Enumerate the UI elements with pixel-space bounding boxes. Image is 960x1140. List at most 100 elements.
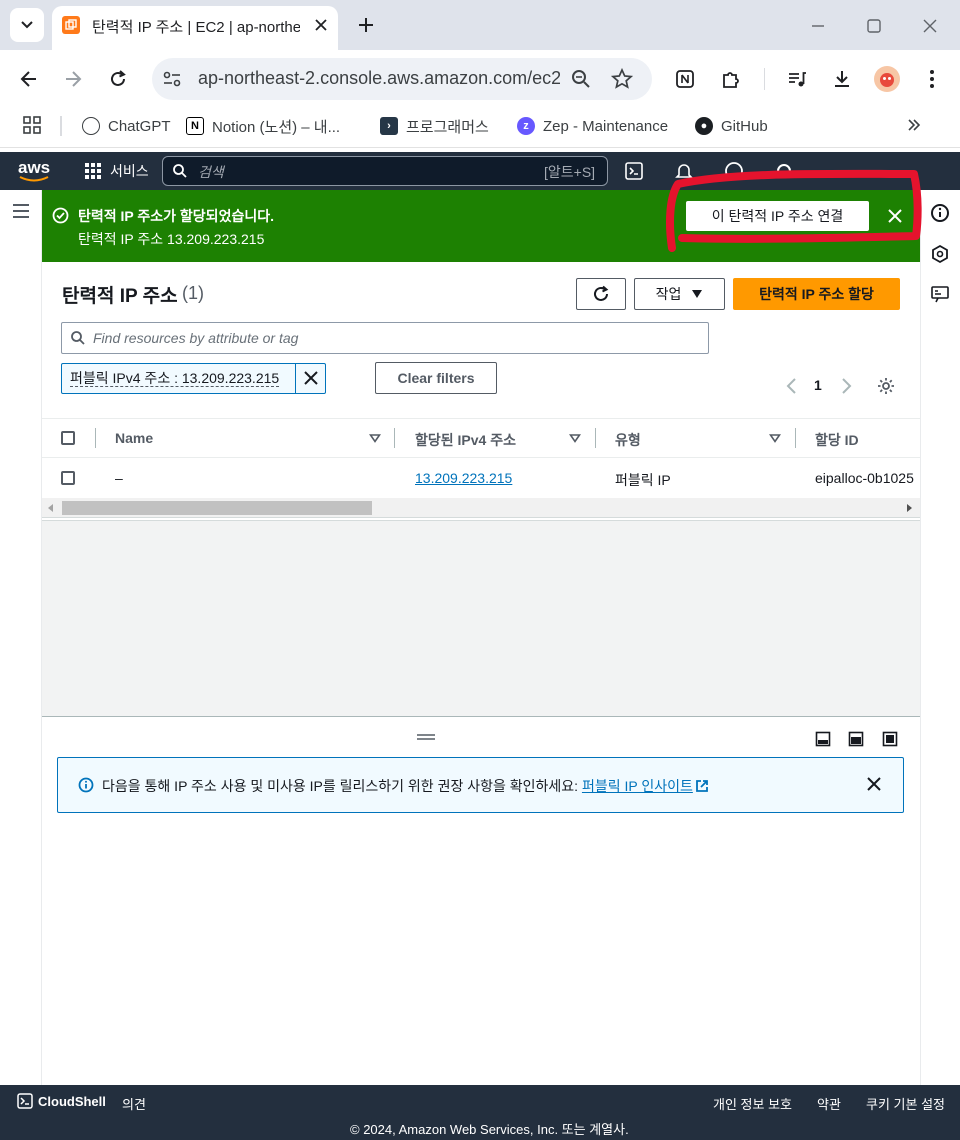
feedback-console-icon[interactable] bbox=[930, 284, 950, 304]
services-grid-icon bbox=[85, 163, 101, 179]
sort-caret-icon[interactable] bbox=[369, 432, 381, 444]
refresh-button[interactable] bbox=[576, 278, 626, 310]
notion-extension-icon[interactable] bbox=[674, 68, 696, 90]
column-header-name[interactable]: Name bbox=[115, 430, 153, 446]
page-title: 탄력적 IP 주소 bbox=[62, 286, 178, 307]
url-text[interactable]: ap-northeast-2.console.aws.amazon.com/ec… bbox=[198, 68, 560, 90]
split-full-icon[interactable] bbox=[882, 731, 898, 747]
split-panel-drag-handle-icon[interactable] bbox=[416, 733, 436, 741]
right-tools-rail bbox=[920, 190, 960, 1085]
select-all-checkbox[interactable] bbox=[61, 431, 75, 445]
extensions-puzzle-icon[interactable] bbox=[720, 68, 742, 90]
tab-title: 탄력적 IP 주소 | EC2 | ap-northeast-2 bbox=[92, 19, 300, 36]
public-ip-insights-link[interactable]: 퍼블릭 IP 인사이트 bbox=[582, 778, 693, 794]
bookmark-programmers[interactable]: › 프로그래머스 bbox=[380, 114, 489, 138]
column-header-type[interactable]: 유형 bbox=[615, 430, 641, 450]
notion-icon: N bbox=[186, 117, 204, 135]
resource-count: (1) bbox=[182, 283, 204, 303]
zep-icon: z bbox=[517, 117, 535, 135]
more-bookmarks-chevron-icon[interactable] bbox=[906, 117, 922, 133]
current-page-number[interactable]: 1 bbox=[814, 377, 822, 393]
hamburger-menu-icon[interactable] bbox=[12, 203, 30, 219]
profile-avatar[interactable] bbox=[874, 66, 900, 92]
services-label: 서비스 bbox=[110, 163, 149, 179]
resource-hex-icon[interactable] bbox=[930, 244, 950, 264]
cell-type: 퍼블릭 IP bbox=[615, 472, 671, 488]
tab-close-icon[interactable] bbox=[312, 16, 330, 34]
cell-allocation-id: eipalloc-0b1025 bbox=[815, 470, 914, 486]
aws-logo[interactable]: aws bbox=[18, 158, 50, 182]
previous-page-icon[interactable] bbox=[784, 377, 800, 395]
bookmark-label: ChatGPT bbox=[108, 117, 171, 135]
footer-cloudshell[interactable]: CloudShell bbox=[38, 1094, 106, 1109]
cell-name: – bbox=[115, 470, 123, 486]
filter-token-label[interactable]: 퍼블릭 IPv4 주소 : 13.209.223.215 bbox=[70, 370, 280, 387]
flash-subtitle: 탄력적 IP 주소 13.209.223.215 bbox=[78, 231, 265, 247]
sort-caret-icon[interactable] bbox=[769, 432, 781, 444]
aws-search-input[interactable] bbox=[162, 156, 608, 186]
cell-ipv4-link[interactable]: 13.209.223.215 bbox=[415, 470, 512, 486]
bookmarks-divider bbox=[60, 116, 62, 136]
bookmark-label: GitHub bbox=[721, 117, 768, 135]
actions-dropdown-button[interactable]: 작업 bbox=[634, 278, 725, 310]
forward-arrow-icon[interactable] bbox=[62, 68, 84, 90]
site-settings-icon[interactable] bbox=[162, 70, 182, 88]
window-close-icon[interactable] bbox=[920, 16, 940, 36]
chevron-down-icon bbox=[21, 21, 33, 29]
help-icon[interactable] bbox=[724, 161, 744, 181]
footer-terms[interactable]: 약관 bbox=[817, 1094, 841, 1113]
split-panel-border bbox=[42, 716, 920, 717]
bookmark-chatgpt[interactable]: ChatGPT bbox=[82, 114, 171, 138]
refresh-icon bbox=[594, 285, 609, 301]
window-maximize-icon[interactable] bbox=[864, 16, 884, 36]
info-panel-icon[interactable] bbox=[930, 203, 950, 223]
new-tab-plus-icon[interactable] bbox=[356, 15, 376, 35]
tab-list-button[interactable] bbox=[10, 8, 44, 42]
bookmark-github[interactable]: ● GitHub bbox=[695, 114, 768, 138]
ec2-favicon-icon bbox=[62, 16, 80, 34]
scrollbar-thumb[interactable] bbox=[62, 501, 372, 515]
back-arrow-icon[interactable] bbox=[18, 68, 40, 90]
column-divider bbox=[795, 428, 796, 448]
filter-token-divider bbox=[295, 364, 296, 393]
row-checkbox[interactable] bbox=[61, 471, 75, 485]
reload-icon[interactable] bbox=[107, 68, 129, 90]
zoom-icon[interactable] bbox=[570, 68, 592, 90]
chatgpt-icon bbox=[82, 117, 100, 135]
clear-filters-button[interactable]: Clear filters bbox=[375, 362, 497, 394]
next-page-icon[interactable] bbox=[838, 377, 854, 395]
allocate-eip-button[interactable]: 탄력적 IP 주소 할당 bbox=[733, 278, 900, 310]
split-middle-icon[interactable] bbox=[848, 731, 864, 747]
bookmark-notion[interactable]: N Notion (노션) – 내... bbox=[186, 114, 340, 138]
window-minimize-icon[interactable] bbox=[808, 16, 828, 36]
flash-close-icon[interactable] bbox=[886, 207, 904, 225]
bookmark-zep[interactable]: z Zep - Maintenance bbox=[517, 114, 668, 138]
scroll-left-arrow-icon[interactable] bbox=[46, 503, 56, 513]
column-header-allocation-id[interactable]: 할당 ID bbox=[815, 430, 859, 450]
footer-cloudshell-icon[interactable] bbox=[17, 1093, 33, 1109]
info-alert-text: 다음을 통해 IP 주소 사용 및 미사용 IP를 릴리스하기 위한 권장 사항… bbox=[102, 778, 582, 794]
footer-feedback[interactable]: 의견 bbox=[122, 1094, 146, 1113]
split-bottom-icon[interactable] bbox=[815, 731, 831, 747]
programmers-icon: › bbox=[380, 117, 398, 135]
github-icon: ● bbox=[695, 117, 713, 135]
info-alert-close-icon[interactable] bbox=[866, 776, 882, 792]
remove-filter-icon[interactable] bbox=[302, 369, 320, 387]
settings-gear-icon[interactable] bbox=[774, 161, 794, 181]
scroll-right-arrow-icon[interactable] bbox=[904, 503, 914, 513]
footer-privacy[interactable]: 개인 정보 보호 bbox=[713, 1094, 792, 1113]
bookmark-star-icon[interactable] bbox=[611, 68, 633, 90]
associate-eip-button[interactable]: 이 탄력적 IP 주소 연결 bbox=[686, 201, 869, 231]
left-nav-rail bbox=[0, 190, 42, 1085]
services-menu[interactable]: 서비스 bbox=[84, 160, 149, 182]
apps-grid-icon[interactable] bbox=[22, 115, 42, 135]
browser-menu-icon[interactable] bbox=[922, 68, 942, 90]
table-preferences-gear-icon[interactable] bbox=[876, 376, 896, 396]
notifications-bell-icon[interactable] bbox=[674, 161, 694, 181]
media-playlist-icon[interactable] bbox=[786, 68, 808, 90]
cloudshell-icon[interactable] bbox=[624, 161, 644, 181]
column-header-ipv4[interactable]: 할당된 IPv4 주소 bbox=[415, 430, 516, 450]
footer-cookies[interactable]: 쿠키 기본 설정 bbox=[866, 1094, 945, 1113]
download-icon[interactable] bbox=[831, 68, 853, 90]
sort-caret-icon[interactable] bbox=[569, 432, 581, 444]
